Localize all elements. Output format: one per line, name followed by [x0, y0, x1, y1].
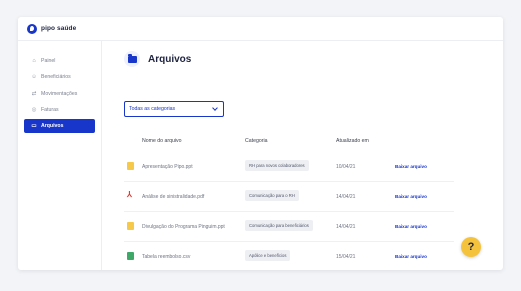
- table-row: ⅄ Análise de sinistralidade.pdf Comunica…: [124, 182, 454, 212]
- updated-date: 14/04/21: [336, 194, 356, 200]
- ppt-file-icon: [127, 222, 134, 230]
- updated-date: 15/04/21: [336, 254, 356, 260]
- ppt-file-icon: [127, 162, 134, 170]
- csv-file-icon: [127, 252, 134, 260]
- download-link[interactable]: Baixar arquivo: [395, 254, 427, 259]
- main-content: Arquivos Todas as categorias Nome do arq…: [103, 41, 503, 270]
- swap-icon: ⇄: [31, 90, 37, 97]
- logo-icon: [27, 23, 37, 34]
- invoice-icon: ◎: [31, 106, 37, 113]
- download-link[interactable]: Baixar arquivo: [395, 194, 427, 199]
- folder-icon: ▭: [31, 123, 37, 130]
- chevron-down-icon: [212, 104, 218, 111]
- file-name: Apresentação Pipo.ppt: [142, 164, 193, 170]
- pdf-file-icon: ⅄: [127, 190, 132, 199]
- sidebar-item-faturas[interactable]: ◎ Faturas: [24, 103, 95, 117]
- users-icon: ☺: [31, 74, 37, 81]
- sidebar-item-painel[interactable]: ⌂ Painel: [24, 54, 95, 68]
- folder-icon: [124, 51, 140, 67]
- category-select[interactable]: Todas as categorias: [124, 101, 224, 117]
- sidebar-item-beneficiarios[interactable]: ☺ Beneficiários: [24, 70, 95, 84]
- column-header-updated: Atualizado em: [336, 138, 369, 144]
- column-header-name: Nome do arquivo: [142, 138, 182, 144]
- sidebar-item-arquivos[interactable]: ▭ Arquivos: [24, 119, 95, 134]
- updated-date: 14/04/21: [336, 224, 356, 230]
- table-row: Apresentação Pipo.ppt RH para novos cola…: [124, 152, 454, 182]
- sidebar-item-label: Arquivos: [41, 123, 64, 130]
- file-name: Divulgação do Programa Pinguim.ppt: [142, 224, 225, 230]
- file-name: Análise de sinistralidade.pdf: [142, 194, 205, 200]
- sidebar-item-label: Faturas: [41, 106, 59, 113]
- category-chip: Comunicação para beneficiários: [245, 220, 313, 231]
- page-title: Arquivos: [148, 53, 192, 65]
- sidebar-item-label: Movimentações: [41, 90, 78, 97]
- download-link[interactable]: Baixar arquivo: [395, 164, 427, 169]
- app-window: pipo saúde ⌂ Painel ☺ Beneficiários ⇄ Mo…: [18, 17, 503, 270]
- table-row: Divulgação do Programa Pinguim.ppt Comun…: [124, 212, 454, 242]
- top-bar: pipo saúde: [18, 17, 503, 41]
- page-header: Arquivos: [124, 51, 191, 67]
- help-button[interactable]: ?: [461, 237, 481, 257]
- brand-name: pipo saúde: [41, 25, 77, 32]
- download-link[interactable]: Baixar arquivo: [395, 224, 427, 229]
- sidebar: ⌂ Painel ☺ Beneficiários ⇄ Movimentações…: [18, 41, 102, 270]
- brand-logo[interactable]: pipo saúde: [27, 23, 77, 34]
- file-name: Tabela reembolso.csv: [142, 254, 191, 260]
- updated-date: 10/04/21: [336, 164, 356, 170]
- category-chip: Comunicação para o RH: [245, 190, 299, 201]
- column-header-category: Categoria: [245, 138, 268, 144]
- category-select-value: Todas as categorias: [129, 106, 176, 112]
- sidebar-item-movimentacoes[interactable]: ⇄ Movimentações: [24, 87, 95, 101]
- sidebar-item-label: Painel: [41, 58, 56, 64]
- sidebar-item-label: Beneficiários: [41, 74, 71, 81]
- help-label: ?: [467, 241, 475, 253]
- table-header: Nome do arquivo Categoria Atualizado em: [124, 136, 454, 148]
- home-icon: ⌂: [32, 58, 36, 64]
- category-chip: Apólice e benefícios: [245, 250, 291, 261]
- category-chip: RH para novos colaboradores: [245, 160, 309, 171]
- table-row: Tabela reembolso.csv Apólice e benefício…: [124, 242, 454, 270]
